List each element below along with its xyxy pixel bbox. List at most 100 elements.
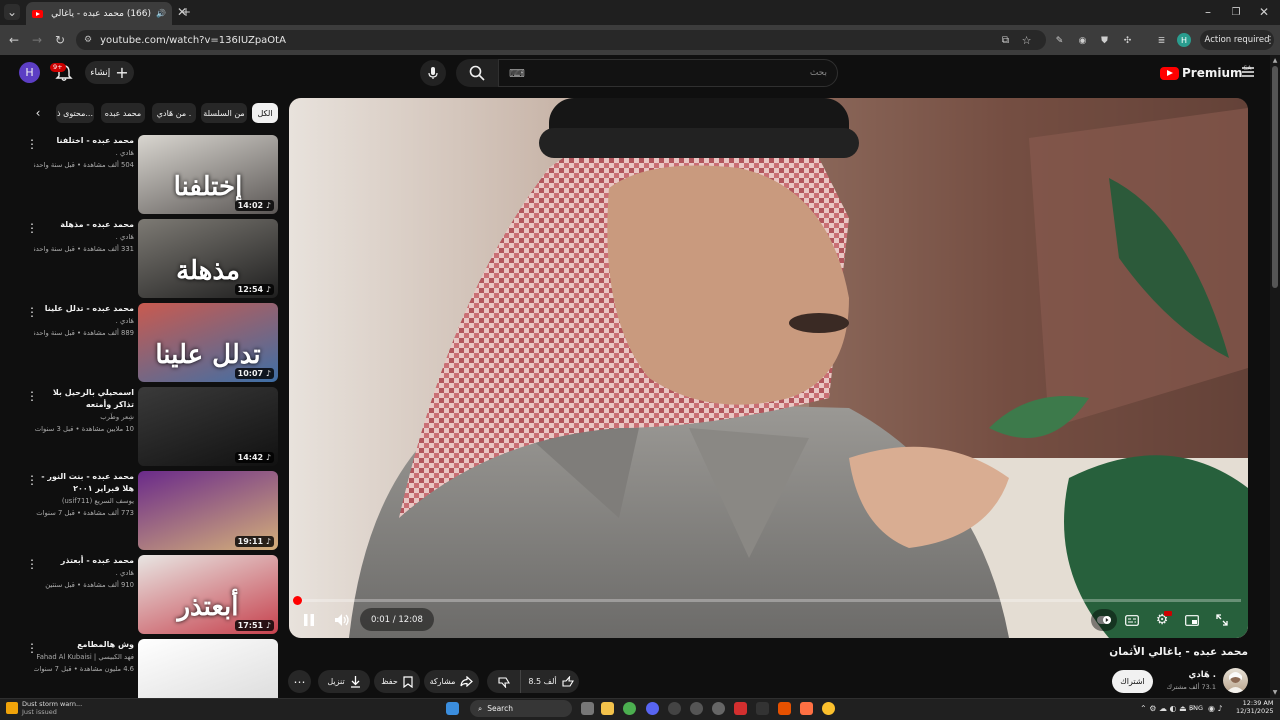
recommendation-item[interactable]: 19:11 ♪ محمد عبده - بنت النور - هلا فبراي… [16, 471, 278, 551]
video-title-link[interactable]: محمد عبده - مذهلة [34, 219, 134, 231]
forward-icon[interactable]: → [30, 33, 44, 47]
video-thumbnail[interactable]: 14:42 ♪ [138, 387, 278, 466]
account-avatar[interactable]: H [19, 62, 40, 83]
subscribe-button[interactable]: اشتراك [1112, 670, 1153, 693]
reading-list-icon[interactable]: ≣ [1155, 34, 1168, 47]
puzzle-icon[interactable]: ✣ [1121, 34, 1134, 47]
extension-icon[interactable]: ◉ [1076, 34, 1089, 47]
address-bar[interactable]: ⚙ youtube.com/watch?v=136IUZpaOtA [76, 30, 1046, 50]
hamburger-menu-icon[interactable] [1240, 64, 1256, 80]
more-options-icon[interactable]: ⋮ [26, 305, 38, 319]
more-options-icon[interactable]: ⋮ [26, 557, 38, 571]
github-icon[interactable] [712, 702, 725, 715]
dislike-button[interactable] [487, 670, 521, 693]
pause-button[interactable] [297, 608, 321, 632]
shield-icon[interactable]: ⛊ [1098, 34, 1111, 47]
chip-from-channel[interactable]: من هَادي . [152, 103, 196, 123]
more-options-icon[interactable]: ⋮ [26, 137, 38, 151]
windows-start-icon[interactable] [446, 702, 459, 715]
taskbar-clock[interactable]: 12:39 AM 12/31/2025 [1236, 699, 1273, 715]
chip-mohammed-abdu[interactable]: محمد عبده [101, 103, 145, 123]
chip-from-series[interactable]: من السلسلة [201, 103, 247, 123]
more-options-icon[interactable]: ⋮ [26, 473, 38, 487]
search-input[interactable]: ⌨ بحث [498, 59, 838, 87]
recommendation-item[interactable]: مذهلة 12:54 ♪ محمد عبده - مذهلة هَادي . 331 … [16, 219, 278, 299]
search-button[interactable] [456, 59, 498, 87]
youtube-premium-logo[interactable]: Premium SA [1160, 63, 1252, 83]
volume-button[interactable] [330, 608, 354, 632]
video-title-link[interactable]: محمد عبده - تدلل علينا [34, 303, 134, 315]
profile-avatar[interactable]: H [1177, 33, 1191, 47]
chip-creator-content[interactable]: محتوى ذ... [56, 103, 94, 123]
recommendation-item[interactable]: 14:42 ♪ اسمحيلي بالرحيل بلا تذاكر وأمتعه ش… [16, 387, 278, 467]
channel-name[interactable]: هَادي . [34, 567, 134, 579]
more-options-icon[interactable]: ⋮ [26, 641, 38, 655]
save-button[interactable]: حفظ [374, 670, 420, 693]
taskbar-search[interactable]: ⌕ Search [470, 700, 572, 717]
action-required-button[interactable]: Action required [1200, 30, 1274, 50]
site-info-icon[interactable]: ⚙ [84, 35, 92, 45]
scroll-down-arrow-icon[interactable]: ▼ [1271, 688, 1279, 696]
extension-icon[interactable]: ✎ [1053, 34, 1066, 47]
video-thumbnail[interactable]: مذهلة 12:54 ♪ [138, 219, 278, 298]
video-thumbnail[interactable]: إختلفنا 14:02 ♪ [138, 135, 278, 214]
page-scrollbar-thumb[interactable] [1272, 66, 1278, 288]
recommendation-item[interactable]: أبعتذر 17:51 ♪ محمد عبده - أبعتذر هَادي . 91… [16, 555, 278, 635]
chip-all[interactable]: الكل [252, 103, 278, 123]
autoplay-toggle[interactable] [1091, 609, 1117, 631]
video-thumbnail[interactable]: تدلل علينا 10:07 ♪ [138, 303, 278, 382]
subtitles-button[interactable] [1121, 608, 1143, 632]
cast-icon[interactable]: ⧉ [999, 34, 1012, 47]
create-button[interactable]: إنشاء + [85, 61, 134, 84]
chrome-icon[interactable] [623, 702, 636, 715]
channel-name[interactable]: هَادي . [1160, 670, 1216, 680]
scroll-up-arrow-icon[interactable]: ▲ [1271, 56, 1279, 64]
progress-scrubber[interactable] [293, 596, 302, 605]
voice-search-mic-icon[interactable] [420, 60, 446, 86]
progress-bar[interactable] [297, 599, 1241, 602]
video-thumbnail[interactable]: أبعتذر 17:51 ♪ [138, 555, 278, 634]
weather-widget[interactable]: Dust storm warn... Just issued [6, 700, 82, 716]
app-icon[interactable] [668, 702, 681, 715]
video-title-link[interactable]: محمد عبده - أبعتذر [34, 555, 134, 567]
download-button[interactable]: تنزيل [318, 670, 370, 693]
tab-list-icon[interactable]: ⌄ [4, 4, 20, 20]
channel-name[interactable]: هَادي . [34, 231, 134, 243]
channel-name[interactable]: شِعر وطَرب [34, 411, 134, 423]
channel-name[interactable]: هَادي . [34, 315, 134, 327]
browser-tab[interactable]: (166) محمد عبده - ياغالي الا 🔊 [26, 2, 172, 25]
channel-avatar[interactable] [1223, 668, 1248, 693]
bookmark-star-icon[interactable]: ☆ [1020, 34, 1033, 47]
network-volume-icons[interactable]: ◉ ♪ [1208, 703, 1234, 714]
video-title-link[interactable]: محمد عبده - بنت النور - هلا فبراير ٢٠٠١ [34, 471, 134, 495]
fullscreen-button[interactable] [1211, 608, 1233, 632]
more-actions-button[interactable]: ⋯ [288, 670, 311, 693]
restore-window-icon[interactable]: ❐ [1229, 5, 1243, 19]
video-title-link[interactable]: وش هالمطامع [34, 639, 134, 651]
discord-icon[interactable] [646, 702, 659, 715]
more-menu-icon[interactable]: ⋮ [1265, 34, 1275, 47]
settings-button[interactable]: ⚙ [1151, 608, 1173, 632]
share-button[interactable]: مشاركة [424, 670, 479, 693]
recommendation-item[interactable]: إختلفنا 14:02 ♪ محمد عبده - اختلفنا هَادي .… [16, 135, 278, 215]
app-icon[interactable] [822, 702, 835, 715]
more-options-icon[interactable]: ⋮ [26, 221, 38, 235]
channel-name[interactable]: هَادي . [34, 147, 134, 159]
video-player[interactable] [289, 98, 1248, 638]
more-options-icon[interactable]: ⋮ [26, 389, 38, 403]
app-icon[interactable] [734, 702, 747, 715]
like-button[interactable]: 8.5 ألف [523, 670, 579, 693]
new-tab-icon[interactable]: + [179, 5, 193, 19]
app-icon[interactable] [800, 702, 813, 715]
channel-name[interactable]: فهد الكبيسي | Fahad Al Kubaisi [34, 651, 134, 663]
keyboard-icon[interactable]: ⌨ [509, 67, 525, 80]
video-title-link[interactable]: محمد عبده - اختلفنا [34, 135, 134, 147]
close-window-icon[interactable]: ✕ [1257, 5, 1271, 19]
back-icon[interactable]: ← [7, 33, 21, 47]
reload-icon[interactable]: ↻ [53, 33, 67, 47]
app-icon[interactable] [756, 702, 769, 715]
recommendation-item[interactable]: تدلل علينا 10:07 ♪ محمد عبده - تدلل علينا ه… [16, 303, 278, 383]
chips-scroll-left-icon[interactable]: ‹ [31, 106, 45, 120]
task-view-icon[interactable] [581, 702, 594, 715]
app-icon[interactable] [690, 702, 703, 715]
